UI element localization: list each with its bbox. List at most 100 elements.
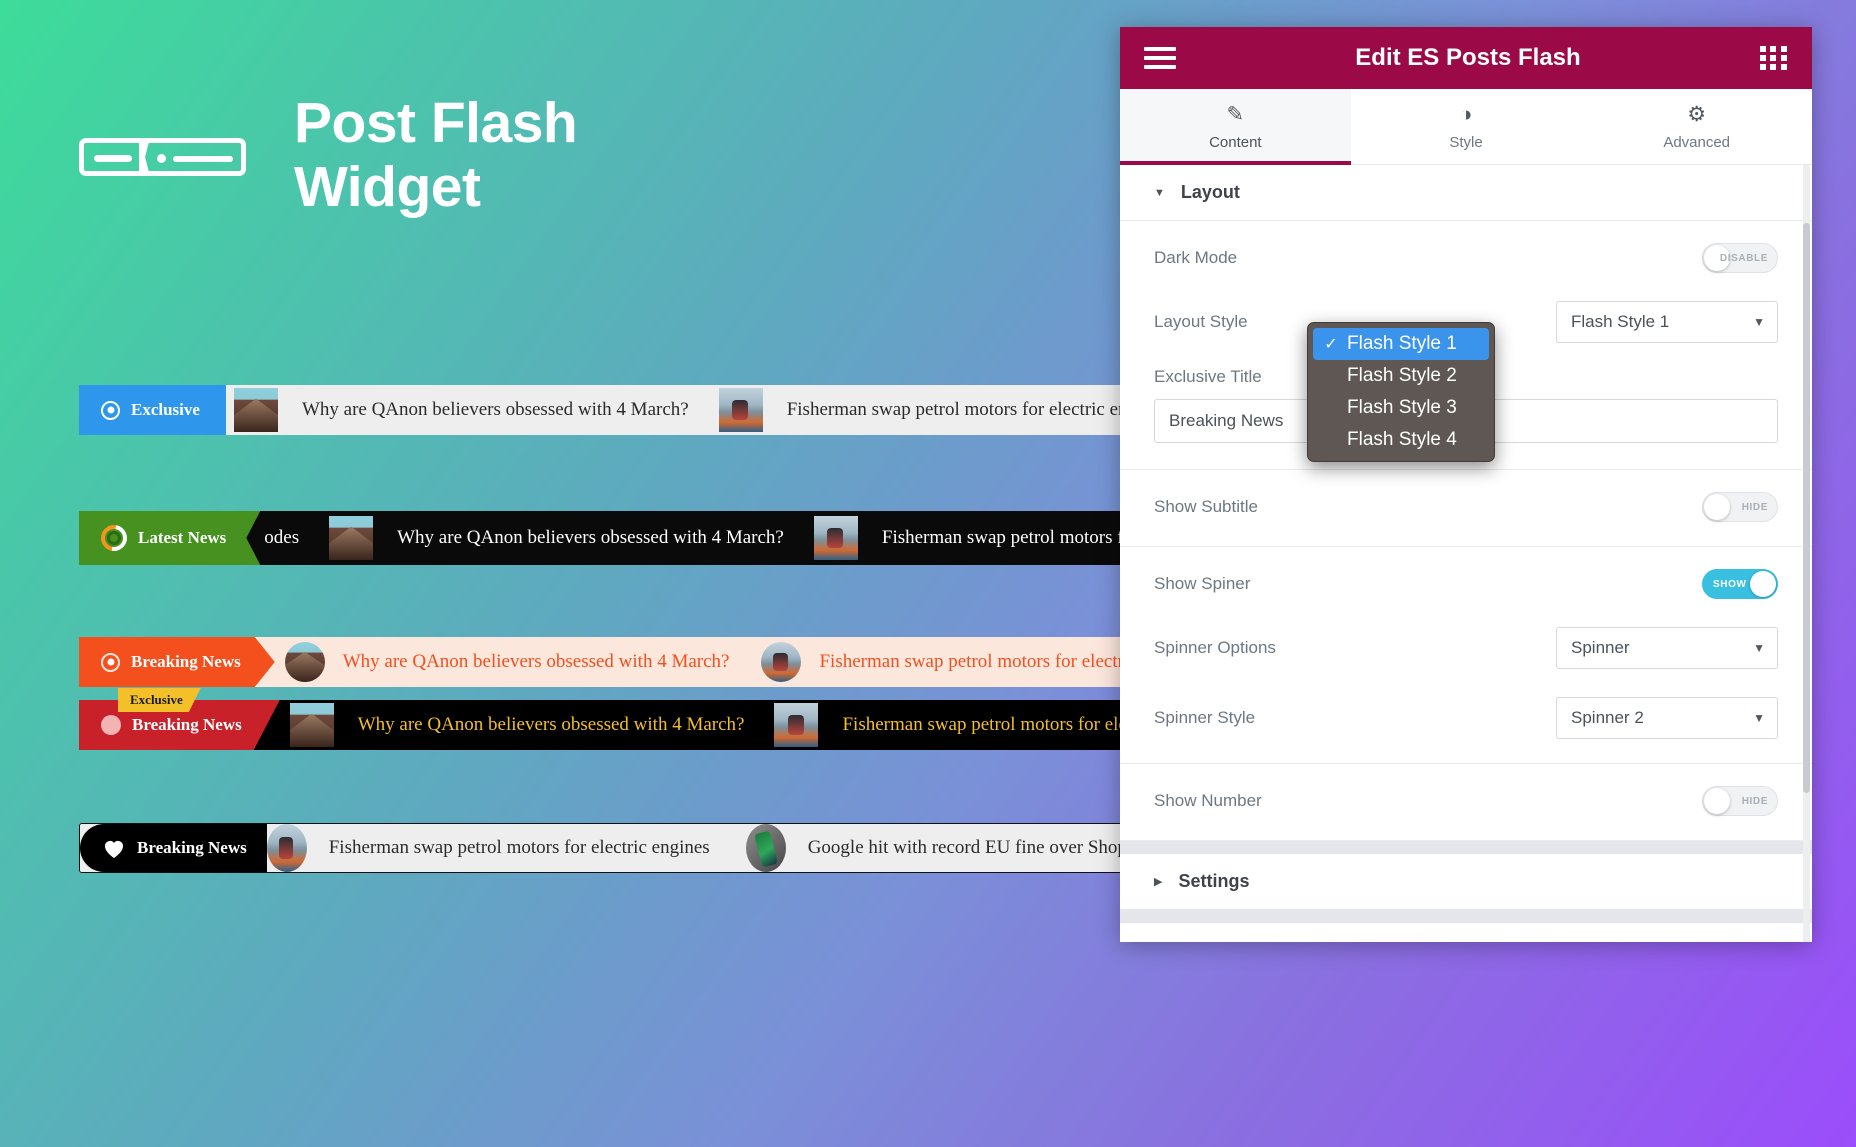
panel-body: ▼ Layout Dark Mode DISABLE Layout Style … bbox=[1120, 165, 1812, 942]
promo-area: Post Flash Widget Exclusive Why are QAno… bbox=[0, 0, 1259, 1147]
layout-style-dropdown-menu[interactable]: ✓ Flash Style 1 Flash Style 2 Flash Styl… bbox=[1307, 322, 1495, 462]
ticker-flash-style-4[interactable]: Breaking News Why are QAnon believers ob… bbox=[79, 700, 1259, 750]
page-title: Post Flash Widget bbox=[294, 91, 578, 219]
select-value: Spinner bbox=[1571, 638, 1630, 657]
list-item[interactable]: 3 Why are QAnon believers obsessed with … bbox=[275, 642, 730, 682]
list-item[interactable]: 4 Fisherman swap petrol motors for elect… bbox=[266, 824, 710, 872]
target-dot-icon bbox=[101, 653, 120, 672]
dropdown-option-flash-style-2[interactable]: Flash Style 2 bbox=[1313, 360, 1489, 392]
control-label: Dark Mode bbox=[1154, 248, 1238, 267]
dropdown-option-flash-style-1[interactable]: ✓ Flash Style 1 bbox=[1313, 328, 1489, 360]
flash-bar-logo-icon bbox=[79, 138, 246, 176]
ticker-items-1: Why are QAnon believers obsessed with 4 … bbox=[226, 385, 1259, 435]
item-title[interactable]: Why are QAnon believers obsessed with 4 … bbox=[343, 651, 730, 673]
ticker-label-2[interactable]: Latest News bbox=[79, 511, 260, 565]
control-show-subtitle: Show Subtitle HIDE bbox=[1120, 478, 1812, 536]
pencil-icon: ✎ bbox=[1226, 103, 1245, 126]
tab-label: Content bbox=[1209, 134, 1262, 151]
control-show-spiner: Show Spiner SHOW bbox=[1120, 555, 1812, 613]
item-thumbnail: 4 bbox=[266, 824, 307, 872]
control-label: Spinner Style bbox=[1154, 708, 1256, 727]
item-thumbnail bbox=[718, 388, 763, 432]
layout-style-select[interactable]: Flash Style 1 ▼ bbox=[1556, 301, 1778, 343]
toggle-state-label: HIDE bbox=[1741, 795, 1768, 807]
control-show-number: Show Number HIDE bbox=[1120, 772, 1812, 830]
item-title[interactable]: Fisherman swap petrol motors for electri… bbox=[787, 399, 1168, 421]
ticker-label-3[interactable]: Breaking News bbox=[79, 637, 275, 687]
select-value: Flash Style 1 bbox=[1571, 312, 1670, 331]
tab-content[interactable]: ✎ Content bbox=[1120, 89, 1351, 165]
show-spiner-toggle[interactable]: SHOW bbox=[1702, 569, 1778, 599]
dropdown-option-flash-style-4[interactable]: Flash Style 4 bbox=[1313, 424, 1489, 456]
item-thumbnail bbox=[774, 703, 819, 747]
toggle-state-label: HIDE bbox=[1741, 501, 1768, 513]
dropdown-option-label: Flash Style 3 bbox=[1347, 397, 1457, 418]
item-number: 3 bbox=[346, 526, 357, 549]
ticker-label-text: Breaking News bbox=[132, 715, 242, 734]
heart-icon bbox=[105, 841, 123, 858]
control-label: Spinner Options bbox=[1154, 638, 1276, 657]
item-thumbnail: 4 bbox=[761, 642, 802, 682]
ticker-label-5[interactable]: Breaking News bbox=[80, 824, 267, 872]
ticker-flash-style-5[interactable]: Breaking News 4 Fisherman swap petrol mo… bbox=[79, 823, 1259, 873]
tab-style[interactable]: ◑ Style bbox=[1350, 89, 1582, 164]
control-label: Layout Style bbox=[1154, 312, 1248, 331]
item-title[interactable]: Why are QAnon believers obsessed with 4 … bbox=[397, 527, 784, 549]
chevron-down-icon: ▼ bbox=[1753, 711, 1765, 725]
item-number: 4 bbox=[830, 526, 841, 549]
control-label: Show Number bbox=[1154, 791, 1262, 810]
dropdown-option-flash-style-3[interactable]: Flash Style 3 bbox=[1313, 392, 1489, 424]
item-title[interactable]: Fisherman swap petrol motors for electri… bbox=[329, 837, 710, 859]
control-label: Show Spiner bbox=[1154, 574, 1251, 593]
item-thumbnail: 4 bbox=[813, 516, 858, 560]
item-number: 3 bbox=[299, 651, 310, 672]
layout-control-group-3: Show Spiner SHOW Spinner Options Spinner… bbox=[1120, 547, 1812, 764]
item-thumbnail: 3 bbox=[284, 642, 325, 682]
ticker-label-text: Exclusive bbox=[131, 400, 200, 419]
ticker-flash-style-1[interactable]: Exclusive Why are QAnon believers obsess… bbox=[79, 385, 1259, 435]
dark-mode-toggle[interactable]: DISABLE bbox=[1702, 243, 1778, 273]
panel-scrollbar[interactable] bbox=[1803, 165, 1810, 942]
spinner-options-select[interactable]: Spinner ▼ bbox=[1556, 627, 1778, 669]
ticker-items-5: 4 Fisherman swap petrol motors for elect… bbox=[266, 824, 1258, 872]
show-subtitle-toggle[interactable]: HIDE bbox=[1702, 492, 1778, 522]
control-spinner-options: Spinner Options Spinner ▼ bbox=[1120, 613, 1812, 683]
select-value: Spinner 2 bbox=[1571, 708, 1644, 727]
item-thumbnail bbox=[289, 703, 334, 747]
section-layout[interactable]: ▼ Layout bbox=[1120, 165, 1812, 221]
list-item[interactable]: 3 Why are QAnon believers obsessed with … bbox=[299, 516, 784, 560]
item-title[interactable]: Why are QAnon believers obsessed with 4 … bbox=[358, 714, 745, 736]
spinner-style-select[interactable]: Spinner 2 ▼ bbox=[1556, 697, 1778, 739]
layout-control-group-2: Show Subtitle HIDE bbox=[1120, 470, 1812, 547]
section-title: Settings bbox=[1178, 871, 1250, 891]
section-query[interactable]: ▶ Query bbox=[1120, 923, 1812, 942]
hamburger-icon[interactable] bbox=[1144, 47, 1176, 69]
check-icon: ✓ bbox=[1324, 336, 1338, 353]
dropdown-option-label: Flash Style 4 bbox=[1347, 429, 1457, 450]
list-item[interactable]: Why are QAnon believers obsessed with 4 … bbox=[226, 388, 689, 432]
list-item[interactable]: Why are QAnon believers obsessed with 4 … bbox=[280, 703, 745, 747]
item-thumbnail: 1 bbox=[745, 824, 786, 872]
section-settings[interactable]: ▶ Settings bbox=[1120, 854, 1812, 910]
grid-apps-icon[interactable] bbox=[1760, 46, 1788, 70]
ticker-label-1[interactable]: Exclusive bbox=[79, 385, 226, 435]
chevron-down-icon: ▼ bbox=[1154, 186, 1165, 199]
scrollbar-thumb[interactable] bbox=[1803, 223, 1810, 793]
tab-advanced[interactable]: ⚙ Advanced bbox=[1581, 89, 1813, 164]
ticker-label-text: Breaking News bbox=[131, 652, 241, 671]
ticker-flash-style-3[interactable]: Breaking News 3 Why are QAnon believers … bbox=[79, 637, 1259, 687]
list-item[interactable]: odes bbox=[260, 527, 299, 549]
item-title[interactable]: Why are QAnon believers obsessed with 4 … bbox=[302, 399, 689, 421]
item-thumbnail bbox=[233, 388, 278, 432]
section-title: Layout bbox=[1180, 182, 1240, 202]
ticker-flash-style-2[interactable]: Latest News odes 3 Why are QAnon believe… bbox=[79, 511, 1259, 565]
item-title[interactable]: odes bbox=[264, 527, 299, 549]
section-divider bbox=[1120, 910, 1812, 923]
toggle-knob bbox=[1704, 788, 1730, 814]
control-label: Show Subtitle bbox=[1154, 497, 1258, 516]
list-item[interactable]: Fisherman swap petrol motors for electri… bbox=[689, 388, 1168, 432]
show-number-toggle[interactable]: HIDE bbox=[1702, 786, 1778, 816]
chevron-down-icon: ▼ bbox=[1753, 315, 1765, 329]
panel-header: Edit ES Posts Flash bbox=[1120, 27, 1812, 89]
chevron-right-icon: ▶ bbox=[1154, 876, 1163, 888]
